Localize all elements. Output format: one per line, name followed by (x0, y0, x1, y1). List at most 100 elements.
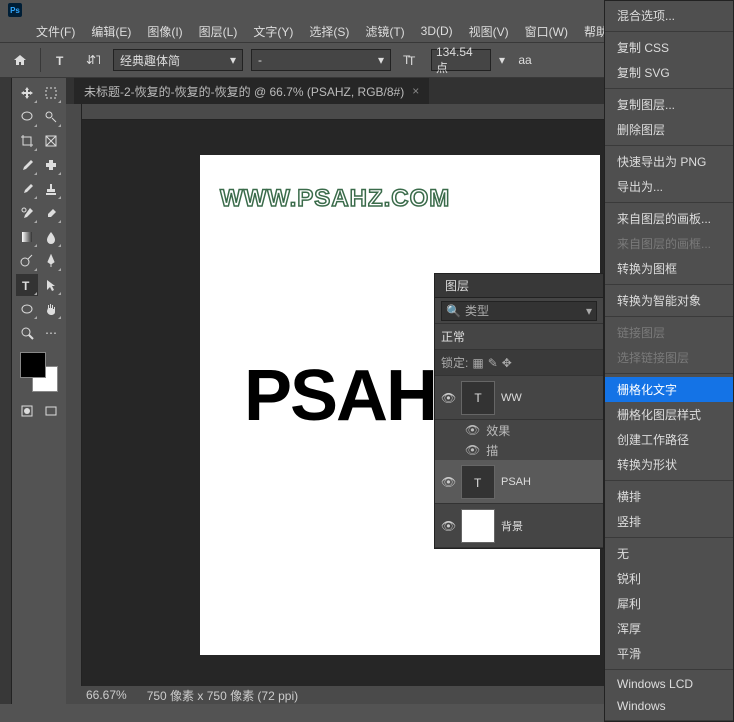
blur-tool[interactable] (40, 226, 62, 248)
home-icon[interactable] (8, 48, 32, 72)
panel-tab-layers[interactable]: 图层 (435, 274, 603, 298)
menu-item[interactable]: 图像(I) (141, 21, 188, 42)
heal-tool[interactable] (40, 154, 62, 176)
menu-item[interactable]: 3D(D) (415, 22, 459, 40)
more-tools[interactable]: ⋯ (40, 322, 62, 344)
menu-separator (605, 88, 733, 89)
menu-item[interactable]: 窗口(W) (519, 21, 574, 42)
context-menu-item[interactable]: 锐利 (605, 566, 733, 591)
text-orientation-button[interactable]: ⇵T (81, 48, 105, 72)
document-tab[interactable]: 未标题-2-恢复的-恢复的-恢复的 @ 66.7% (PSAHZ, RGB/8#… (74, 78, 429, 104)
layer-fx-row[interactable]: 👁 效果 (435, 420, 603, 440)
path-select-tool[interactable] (40, 274, 62, 296)
blend-mode-select[interactable]: 正常 (441, 327, 511, 347)
context-menu-item[interactable]: 平滑 (605, 641, 733, 666)
tab-title: 未标题-2-恢复的-恢复的-恢复的 @ 66.7% (PSAHZ, RGB/8#… (84, 83, 404, 100)
context-menu-item[interactable]: 栅格化文字 (605, 377, 733, 402)
context-menu-item[interactable]: 转换为形状 (605, 452, 733, 477)
zoom-tool[interactable] (16, 322, 38, 344)
color-swatch[interactable] (20, 352, 58, 392)
context-menu-item[interactable]: 浑厚 (605, 616, 733, 641)
menu-separator (605, 669, 733, 670)
font-family-select[interactable]: 经典趣体简▾ (113, 49, 243, 71)
layer-thumb-text: T (461, 465, 495, 499)
menu-separator (605, 537, 733, 538)
layer-item[interactable]: 👁 T WW (435, 376, 603, 420)
dodge-tool[interactable] (16, 250, 38, 272)
context-menu-item[interactable]: 竖排 (605, 509, 733, 534)
toolbar: T ⋯ (12, 78, 66, 704)
pen-tool[interactable] (40, 250, 62, 272)
eyedropper-tool[interactable] (16, 154, 38, 176)
chevron-down-icon: ▾ (378, 53, 384, 67)
type-tool[interactable]: T (16, 274, 38, 296)
context-menu-item[interactable]: 转换为图框 (605, 256, 733, 281)
lock-icon[interactable]: ✥ (502, 356, 512, 370)
context-menu-item[interactable]: 删除图层 (605, 117, 733, 142)
menu-item[interactable]: 文件(F) (30, 21, 81, 42)
tab-close-button[interactable]: × (412, 84, 419, 98)
context-menu-item[interactable]: 转换为智能对象 (605, 288, 733, 313)
font-style-select[interactable]: -▾ (251, 49, 391, 71)
visibility-toggle[interactable]: 👁 (441, 519, 455, 533)
context-menu-item[interactable]: 快速导出为 PNG (605, 149, 733, 174)
foreground-color[interactable] (20, 352, 46, 378)
brush-tool[interactable] (16, 178, 38, 200)
menu-item[interactable]: 文字(Y) (247, 21, 299, 42)
lock-row: 锁定: ▦ ✎ ✥ (435, 350, 603, 376)
context-menu-item[interactable]: 来自图层的画板... (605, 206, 733, 231)
context-menu-item[interactable]: 复制图层... (605, 92, 733, 117)
context-menu-item[interactable]: 栅格化图层样式 (605, 402, 733, 427)
visibility-toggle[interactable]: 👁 (441, 475, 455, 489)
layer-thumb-text: T (461, 381, 495, 415)
crop-tool[interactable] (16, 130, 38, 152)
move-tool[interactable] (16, 82, 38, 104)
shape-tool[interactable] (16, 298, 38, 320)
lock-icon[interactable]: ✎ (488, 356, 498, 370)
layer-name: 背景 (501, 518, 523, 534)
visibility-toggle[interactable]: 👁 (465, 443, 480, 457)
ruler-vertical[interactable] (66, 104, 82, 686)
menu-item[interactable]: 视图(V) (463, 21, 515, 42)
layer-thumb (461, 509, 495, 543)
layer-item[interactable]: 👁 T PSAH (435, 460, 603, 504)
context-menu-item[interactable]: 混合选项... (605, 3, 733, 28)
font-size-input[interactable]: 134.54 点 (431, 49, 491, 71)
quickmask-button[interactable] (16, 400, 38, 422)
context-menu-item[interactable]: 导出为... (605, 174, 733, 199)
menu-item[interactable]: 图层(L) (193, 21, 244, 42)
menu-item[interactable]: 滤镜(T) (359, 21, 410, 42)
context-menu-item[interactable]: 犀利 (605, 591, 733, 616)
context-menu-item[interactable]: 复制 SVG (605, 60, 733, 85)
quick-select-tool[interactable] (40, 106, 62, 128)
lasso-tool[interactable] (16, 106, 38, 128)
chevron-down-icon: ▾ (586, 304, 592, 318)
context-menu-item[interactable]: Windows (605, 695, 733, 717)
frame-tool[interactable] (40, 130, 62, 152)
menu-separator (605, 31, 733, 32)
lock-icon[interactable]: ▦ (472, 356, 483, 370)
stamp-tool[interactable] (40, 178, 62, 200)
menu-item[interactable]: 选择(S) (303, 21, 355, 42)
visibility-toggle[interactable]: 👁 (441, 391, 455, 405)
chevron-down-icon[interactable]: ▾ (499, 53, 505, 67)
eraser-tool[interactable] (40, 202, 62, 224)
context-menu-item[interactable]: Windows LCD (605, 673, 733, 695)
visibility-toggle[interactable]: 👁 (465, 423, 480, 437)
artboard-tool[interactable] (40, 82, 62, 104)
antialias-button[interactable]: aa (513, 48, 537, 72)
menu-item[interactable]: 编辑(E) (85, 21, 137, 42)
screenmode-button[interactable] (40, 400, 62, 422)
context-menu-item[interactable]: 创建工作路径 (605, 427, 733, 452)
menu-separator (605, 284, 733, 285)
layer-item[interactable]: 👁 背景 (435, 504, 603, 548)
history-brush-tool[interactable] (16, 202, 38, 224)
layer-fx-stroke[interactable]: 👁 描 (435, 440, 603, 460)
zoom-level[interactable]: 66.67% (86, 688, 127, 702)
context-menu-item[interactable]: 横排 (605, 484, 733, 509)
context-menu-item[interactable]: 复制 CSS (605, 35, 733, 60)
context-menu-item[interactable]: 无 (605, 541, 733, 566)
layer-filter-select[interactable]: 🔍 类型 ▾ (441, 301, 597, 321)
hand-tool[interactable] (40, 298, 62, 320)
gradient-tool[interactable] (16, 226, 38, 248)
